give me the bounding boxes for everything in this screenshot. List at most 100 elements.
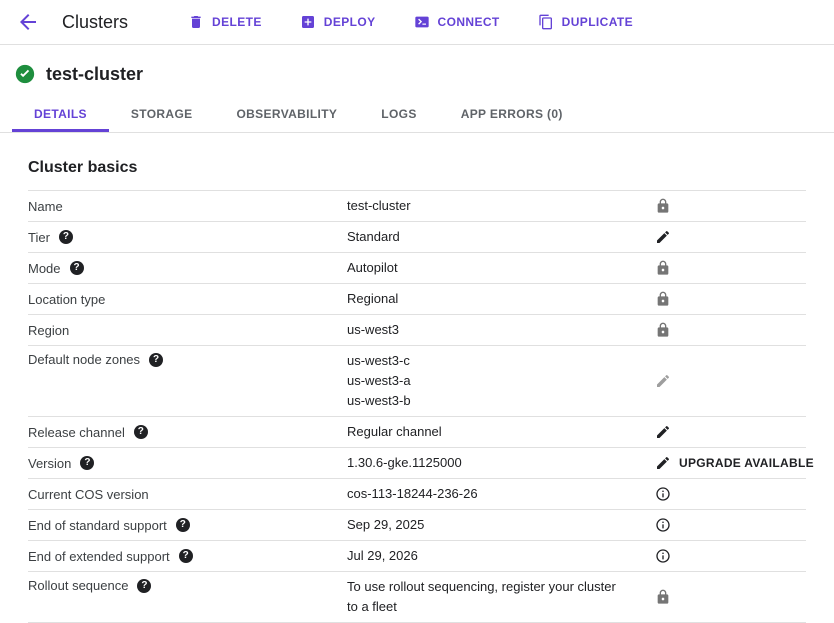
- value-line: 1.30.6-gke.1125000: [347, 453, 623, 473]
- value-line: Autopilot: [347, 258, 623, 278]
- row-label: Name: [28, 199, 63, 214]
- delete-button[interactable]: DELETE: [188, 14, 262, 30]
- row-label-cell: Location type: [28, 288, 347, 311]
- row-actions: UPGRADE AVAILABLE: [631, 455, 814, 471]
- help-icon[interactable]: ?: [137, 579, 151, 593]
- row-label: Tier: [28, 230, 50, 245]
- table-row: End of extended support? Jul 29, 2026: [28, 541, 806, 572]
- help-icon[interactable]: ?: [70, 261, 84, 275]
- row-value: test-cluster: [347, 191, 631, 221]
- row-label-cell: Release channel?: [28, 421, 347, 444]
- status-ok-check-circle-icon: [14, 63, 36, 85]
- row-label-cell: Version?: [28, 452, 347, 475]
- info-icon[interactable]: [655, 517, 671, 533]
- value-line: Sep 29, 2025: [347, 515, 623, 535]
- help-icon[interactable]: ?: [134, 425, 148, 439]
- table-row: End of standard support?Sep 29, 2025: [28, 510, 806, 541]
- section-title: Cluster basics: [28, 159, 806, 177]
- table-row: Mode?Autopilot: [28, 253, 806, 284]
- edit-pencil-icon[interactable]: [655, 373, 671, 389]
- row-actions: [631, 517, 806, 533]
- row-label-cell: Rollout sequence?: [28, 572, 347, 597]
- back-arrow-icon[interactable]: [16, 10, 40, 34]
- value-line: Regular channel: [347, 422, 623, 442]
- details-panel: Cluster basics Nametest-clusterTier?Stan…: [0, 159, 834, 623]
- row-label-cell: Mode?: [28, 257, 347, 280]
- connect-button-label: CONNECT: [438, 15, 500, 29]
- cluster-name: test-cluster: [46, 64, 143, 85]
- value-line: Jul 29, 2026: [347, 546, 623, 566]
- table-row: Tier?Standard: [28, 222, 806, 253]
- row-label: End of extended support: [28, 549, 170, 564]
- row-label: Mode: [28, 261, 61, 276]
- row-actions: [631, 424, 806, 440]
- value-line: cos-113-18244-236-26: [347, 484, 623, 504]
- value-line: test-cluster: [347, 196, 623, 216]
- trash-icon: [188, 14, 204, 30]
- deploy-button-label: DEPLOY: [324, 15, 376, 29]
- table-row: Release channel?Regular channel: [28, 417, 806, 448]
- copy-icon: [538, 14, 554, 30]
- upgrade-available-button[interactable]: UPGRADE AVAILABLE: [679, 456, 814, 470]
- row-label-cell: Current COS version: [28, 483, 347, 506]
- row-label: Rollout sequence: [28, 578, 128, 593]
- deploy-button[interactable]: DEPLOY: [300, 14, 376, 30]
- row-value: Regional: [347, 284, 631, 314]
- info-icon[interactable]: [655, 548, 671, 564]
- value-line: us-west3: [347, 320, 623, 340]
- row-label-cell: Name: [28, 195, 347, 218]
- row-value: Autopilot: [347, 253, 631, 283]
- row-value: cos-113-18244-236-26: [347, 479, 631, 509]
- row-value: Sep 29, 2025: [347, 510, 631, 540]
- edit-pencil-icon[interactable]: [655, 229, 671, 245]
- help-icon[interactable]: ?: [59, 230, 73, 244]
- row-label: Release channel: [28, 425, 125, 440]
- row-label: End of standard support: [28, 518, 167, 533]
- help-icon[interactable]: ?: [179, 549, 193, 563]
- row-label-cell: Region: [28, 319, 347, 342]
- row-actions: [631, 548, 806, 564]
- row-label: Location type: [28, 292, 105, 307]
- info-icon[interactable]: [655, 486, 671, 502]
- row-value: us-west3-cus-west3-aus-west3-b: [347, 346, 631, 416]
- edit-pencil-icon[interactable]: [655, 424, 671, 440]
- tab-app-errors[interactable]: APP ERRORS (0): [439, 97, 585, 132]
- page-title: Clusters: [62, 12, 128, 33]
- tab-observability[interactable]: OBSERVABILITY: [214, 97, 359, 132]
- row-label: Region: [28, 323, 69, 338]
- tab-storage[interactable]: STORAGE: [109, 97, 215, 132]
- row-actions: [631, 322, 806, 338]
- help-icon[interactable]: ?: [176, 518, 190, 532]
- lock-icon: [655, 198, 671, 214]
- connect-button[interactable]: CONNECT: [414, 14, 500, 30]
- row-actions: [631, 589, 806, 605]
- help-icon[interactable]: ?: [80, 456, 94, 470]
- row-value: Regular channel: [347, 417, 631, 447]
- duplicate-button[interactable]: DUPLICATE: [538, 14, 633, 30]
- cluster-title-row: test-cluster: [0, 45, 834, 93]
- table-row: Rollout sequence?To use rollout sequenci…: [28, 572, 806, 623]
- row-label: Version: [28, 456, 71, 471]
- value-line: us-west3-c: [347, 351, 623, 371]
- row-value: To use rollout sequencing, register your…: [347, 572, 631, 622]
- table-row: Name test-cluster: [28, 191, 806, 222]
- row-label: Default node zones: [28, 352, 140, 367]
- lock-icon: [655, 322, 671, 338]
- value-line: Standard: [347, 227, 623, 247]
- lock-icon: [655, 260, 671, 276]
- row-actions: [631, 373, 806, 389]
- row-label-cell: Tier?: [28, 226, 347, 249]
- help-icon[interactable]: ?: [149, 353, 163, 367]
- value-line: Regional: [347, 289, 623, 309]
- tab-details[interactable]: DETAILS: [12, 97, 109, 132]
- tab-bar: DETAILS STORAGE OBSERVABILITY LOGS APP E…: [0, 93, 834, 133]
- row-label-cell: End of standard support?: [28, 514, 347, 537]
- row-actions: [631, 291, 806, 307]
- edit-pencil-icon[interactable]: [655, 455, 671, 471]
- row-actions: [631, 229, 806, 245]
- row-label-cell: Default node zones?: [28, 346, 347, 371]
- row-actions: [631, 260, 806, 276]
- row-value: Standard: [347, 222, 631, 252]
- tab-logs[interactable]: LOGS: [359, 97, 438, 132]
- row-actions: [631, 486, 806, 502]
